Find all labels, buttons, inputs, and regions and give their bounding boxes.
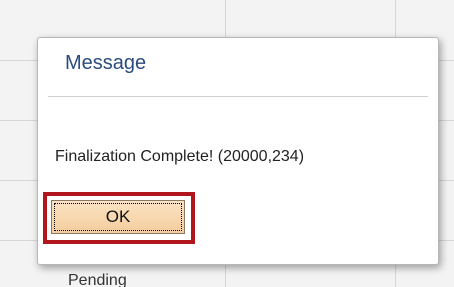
dialog-header: Message [38,38,438,96]
dialog-message: Finalization Complete! (20000,234) [55,148,305,165]
pending-status-text: Pending [68,272,127,287]
ok-button[interactable]: OK [51,200,185,234]
screen: Pending Message Finalization Complete! (… [0,0,454,287]
dialog-divider [48,96,428,97]
message-dialog: Message Finalization Complete! (20000,23… [37,37,439,265]
dialog-title: Message [65,52,147,74]
